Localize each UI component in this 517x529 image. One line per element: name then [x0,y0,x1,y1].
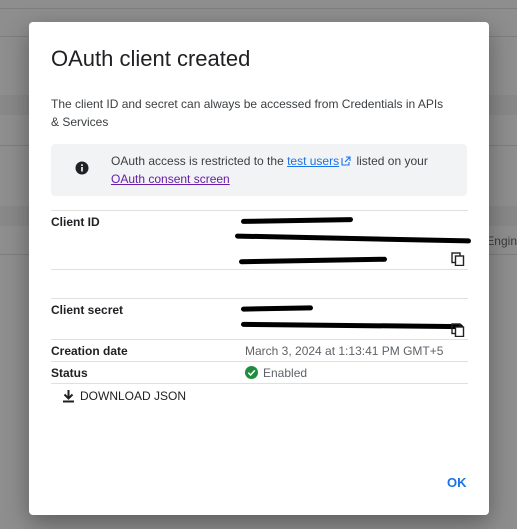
oauth-client-created-dialog: OAuth client created The client ID and s… [29,22,489,515]
download-json-label: DOWNLOAD JSON [80,389,187,403]
check-circle-icon [245,366,258,379]
download-icon [63,390,74,403]
notice-text: OAuth access is restricted to the test u… [111,152,451,188]
divider [51,210,468,211]
notice-text-before: OAuth access is restricted to the [111,154,288,168]
test-users-link[interactable]: test users [287,154,339,168]
ok-button[interactable]: OK [447,475,467,490]
creation-date-label: Creation date [51,344,128,358]
divider [51,383,468,384]
external-link-icon[interactable] [341,156,351,166]
dialog-subtitle: The client ID and secret can always be a… [51,97,444,129]
redaction-mark [240,217,354,224]
status-text: Enabled [263,366,308,380]
client-secret-label: Client secret [51,303,124,317]
client-secret-value [240,302,467,332]
divider [51,269,468,270]
divider [51,339,468,340]
restriction-notice: OAuth access is restricted to the test u… [51,144,467,196]
status-label: Status [51,366,88,380]
client-id-value [234,212,472,268]
bg-partial-text: Engin [486,234,517,248]
client-id-label: Client ID [51,215,100,229]
notice-text-after: listed on your [353,154,428,168]
redaction-mark [234,233,472,244]
copy-icon[interactable] [451,252,465,266]
redaction-mark [240,321,464,330]
redaction-mark [238,256,388,265]
divider [51,361,468,362]
info-icon [75,161,89,175]
oauth-consent-screen-link[interactable]: OAuth consent screen [111,172,230,186]
copy-icon[interactable] [451,323,465,337]
redaction-mark [240,305,314,312]
dialog-title: OAuth client created [51,46,251,71]
creation-date-value: March 3, 2024 at 1:13:41 PM GMT+5 [245,344,444,358]
download-json-button[interactable]: DOWNLOAD JSON [62,389,186,403]
divider [51,298,468,299]
bg-divider [0,8,517,9]
status-value: Enabled [245,366,307,380]
